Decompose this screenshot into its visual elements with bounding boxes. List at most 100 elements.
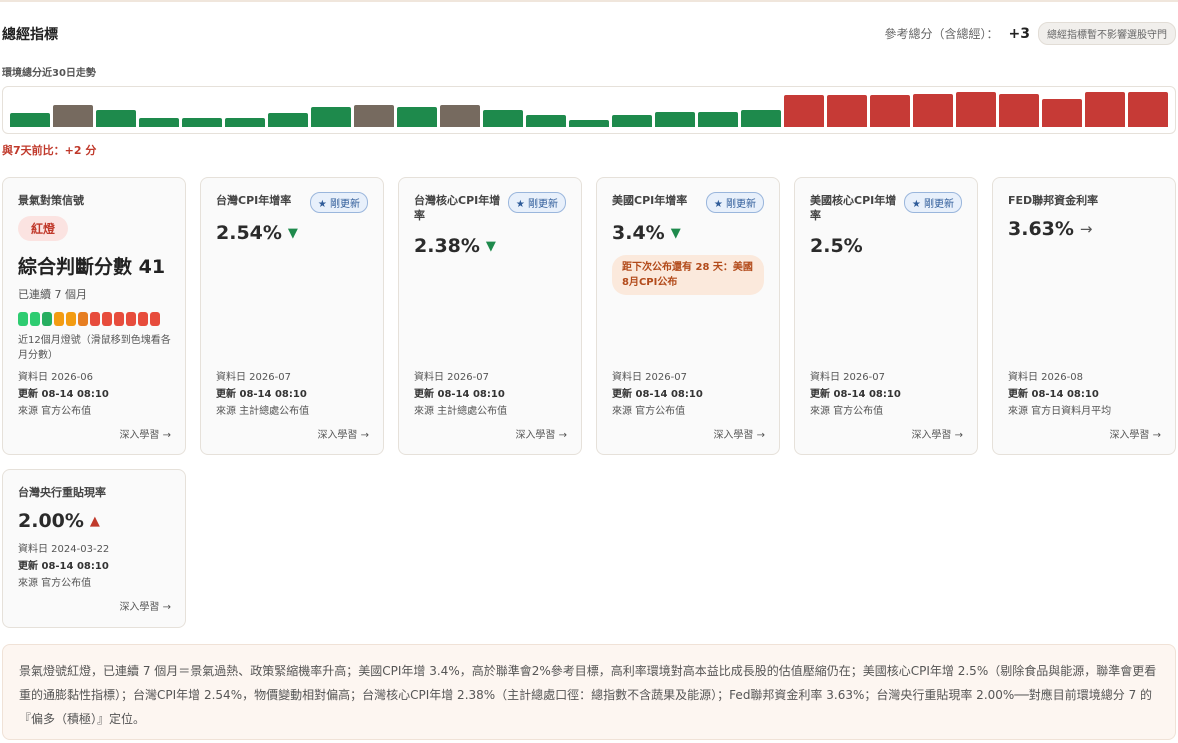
score-value: +3 bbox=[1008, 25, 1030, 42]
trend-bar bbox=[354, 105, 394, 127]
trend-bar bbox=[53, 105, 93, 127]
trend-bar bbox=[182, 118, 222, 127]
signal-dot[interactable] bbox=[78, 312, 88, 326]
trend-bar bbox=[483, 110, 523, 127]
signal-dot[interactable] bbox=[102, 312, 112, 326]
trend-bar bbox=[311, 107, 351, 127]
signal-dot[interactable] bbox=[126, 312, 136, 326]
updated-time: 更新 08-14 08:10 bbox=[216, 389, 307, 400]
composite-score: 綜合判斷分數 41 bbox=[18, 256, 166, 278]
card-meta: 資料日 2026-07 更新 08-14 08:10 來源 主計總處公布值 bbox=[216, 369, 309, 420]
card-value: 2.54% ▼ bbox=[216, 222, 298, 244]
card-value: 2.38% ▼ bbox=[414, 235, 496, 257]
top-divider bbox=[0, 0, 1178, 2]
trend-bar bbox=[1128, 92, 1168, 127]
trend-bar bbox=[139, 118, 179, 127]
card-business-signal[interactable]: 景氣對策信號 紅燈 綜合判斷分數 41 已連續 7 個月 近12個月燈號（滑鼠移… bbox=[2, 177, 186, 455]
trend-bar bbox=[827, 95, 867, 127]
data-date: 資料日 2026-07 bbox=[810, 372, 885, 383]
data-date: 資料日 2026-08 bbox=[1008, 372, 1083, 383]
signal-history-dots bbox=[18, 312, 160, 326]
updated-time: 更新 08-14 08:10 bbox=[1008, 389, 1099, 400]
learn-more-link[interactable]: 深入學習 → bbox=[515, 426, 567, 441]
learn-more-link[interactable]: 深入學習 → bbox=[119, 598, 171, 613]
trend-bar bbox=[741, 110, 781, 127]
card-meta: 資料日 2024-03-22 更新 08-14 08:10 來源 官方公布值 bbox=[18, 541, 109, 592]
signal-dot[interactable] bbox=[138, 312, 148, 326]
signal-light-badge: 紅燈 bbox=[18, 216, 69, 241]
just-updated-badge: ★ 剛更新 bbox=[309, 192, 368, 213]
down-arrow-icon: ▼ bbox=[670, 225, 681, 241]
value-text: 3.63% bbox=[1008, 218, 1074, 240]
right-arrow-icon: → bbox=[1079, 220, 1093, 238]
data-date: 資料日 2026-07 bbox=[612, 372, 687, 383]
trend-bar bbox=[268, 113, 308, 127]
trend-bars bbox=[10, 91, 1168, 127]
learn-more-link[interactable]: 深入學習 → bbox=[911, 426, 963, 441]
data-date: 資料日 2026-07 bbox=[414, 372, 489, 383]
signal-dot[interactable] bbox=[66, 312, 76, 326]
trend-bar bbox=[397, 107, 437, 127]
card-fed-funds-rate[interactable]: FED聯邦資金利率 3.63% → 資料日 2026-08 更新 08-14 0… bbox=[992, 177, 1176, 455]
learn-more-link[interactable]: 深入學習 → bbox=[713, 426, 765, 441]
card-title: 台灣央行重貼現率 bbox=[18, 486, 106, 499]
value-text: 2.00% bbox=[18, 510, 84, 532]
up-arrow-icon: ▲ bbox=[89, 513, 100, 529]
trend-bar bbox=[999, 94, 1039, 127]
just-updated-badge: ★ 剛更新 bbox=[705, 192, 764, 213]
gatekeeper-hint-badge: 總經指標暫不影響選股守門 bbox=[1038, 22, 1176, 45]
just-updated-badge: ★ 剛更新 bbox=[903, 192, 962, 213]
signal-dot[interactable] bbox=[150, 312, 160, 326]
card-title: 景氣對策信號 bbox=[18, 194, 84, 207]
data-source: 來源 官方公布值 bbox=[612, 406, 686, 417]
trend-bar bbox=[569, 120, 609, 127]
card-us-core-cpi[interactable]: 美國核心CPI年增率 ★ 剛更新 2.5% 資料日 2026-07 更新 08-… bbox=[794, 177, 978, 455]
signal-dot[interactable] bbox=[90, 312, 100, 326]
data-source: 來源 官方日資料月平均 bbox=[1008, 406, 1112, 417]
card-meta: 資料日 2026-07 更新 08-14 08:10 來源 官方公布值 bbox=[810, 369, 901, 420]
learn-more-link[interactable]: 深入學習 → bbox=[1109, 426, 1161, 441]
value-text: 2.38% bbox=[414, 235, 480, 257]
trend-bar bbox=[612, 115, 652, 127]
card-us-cpi[interactable]: 美國CPI年增率 ★ 剛更新 3.4% ▼ 距下次公布還有 28 天：美國8月C… bbox=[596, 177, 780, 455]
updated-time: 更新 08-14 08:10 bbox=[18, 561, 109, 572]
card-title: 台灣核心CPI年增率 bbox=[414, 194, 501, 222]
learn-more-link[interactable]: 深入學習 → bbox=[317, 426, 369, 441]
signal-dot[interactable] bbox=[42, 312, 52, 326]
trend-bar bbox=[1085, 92, 1125, 127]
macro-summary: 景氣燈號紅燈，已連續 7 個月＝景氣過熱、政策緊縮機率升高；美國CPI年增 3.… bbox=[2, 644, 1176, 740]
data-source: 來源 主計總處公布值 bbox=[414, 406, 508, 417]
signal-dot[interactable] bbox=[54, 312, 64, 326]
card-meta: 資料日 2026-06 更新 08-14 08:10 來源 官方公布值 bbox=[18, 369, 109, 420]
card-value: 3.63% → bbox=[1008, 218, 1093, 240]
card-value: 2.5% bbox=[810, 235, 863, 257]
trend-bar bbox=[440, 105, 480, 127]
data-source: 來源 官方公布值 bbox=[18, 406, 92, 417]
value-text: 2.54% bbox=[216, 222, 282, 244]
learn-more-link[interactable]: 深入學習 → bbox=[119, 426, 171, 441]
signal-dot[interactable] bbox=[18, 312, 28, 326]
data-date: 資料日 2026-06 bbox=[18, 372, 93, 383]
trend-bar bbox=[913, 94, 953, 127]
card-tw-core-cpi[interactable]: 台灣核心CPI年增率 ★ 剛更新 2.38% ▼ 資料日 2026-07 更新 … bbox=[398, 177, 582, 455]
trend-chart bbox=[2, 86, 1176, 134]
updated-time: 更新 08-14 08:10 bbox=[414, 389, 505, 400]
card-title: 台灣CPI年增率 bbox=[216, 194, 292, 207]
updated-time: 更新 08-14 08:10 bbox=[18, 389, 109, 400]
trend-bar bbox=[225, 118, 265, 127]
signal-dot[interactable] bbox=[30, 312, 40, 326]
card-tw-cpi[interactable]: 台灣CPI年增率 ★ 剛更新 2.54% ▼ 資料日 2026-07 更新 08… bbox=[200, 177, 384, 455]
trend-bar bbox=[784, 95, 824, 127]
data-source: 來源 主計總處公布值 bbox=[216, 406, 310, 417]
data-source: 來源 官方公布值 bbox=[18, 578, 92, 589]
seven-day-compare: 與7天前比：+2 分 bbox=[2, 144, 97, 157]
down-arrow-icon: ▼ bbox=[485, 238, 496, 254]
data-date: 資料日 2024-03-22 bbox=[18, 544, 110, 555]
card-value: 2.00% ▲ bbox=[18, 510, 100, 532]
signal-dot[interactable] bbox=[114, 312, 124, 326]
next-release-notice: 距下次公布還有 28 天：美國8月CPI公布 bbox=[612, 255, 764, 295]
card-tw-discount-rate[interactable]: 台灣央行重貼現率 2.00% ▲ 資料日 2024-03-22 更新 08-14… bbox=[2, 469, 186, 628]
section-title: 總經指標 bbox=[2, 27, 58, 43]
consecutive-months: 已連續 7 個月 bbox=[18, 288, 87, 301]
score-summary: 參考總分（含總經）： +3 總經指標暫不影響選股守門 bbox=[885, 22, 1176, 45]
